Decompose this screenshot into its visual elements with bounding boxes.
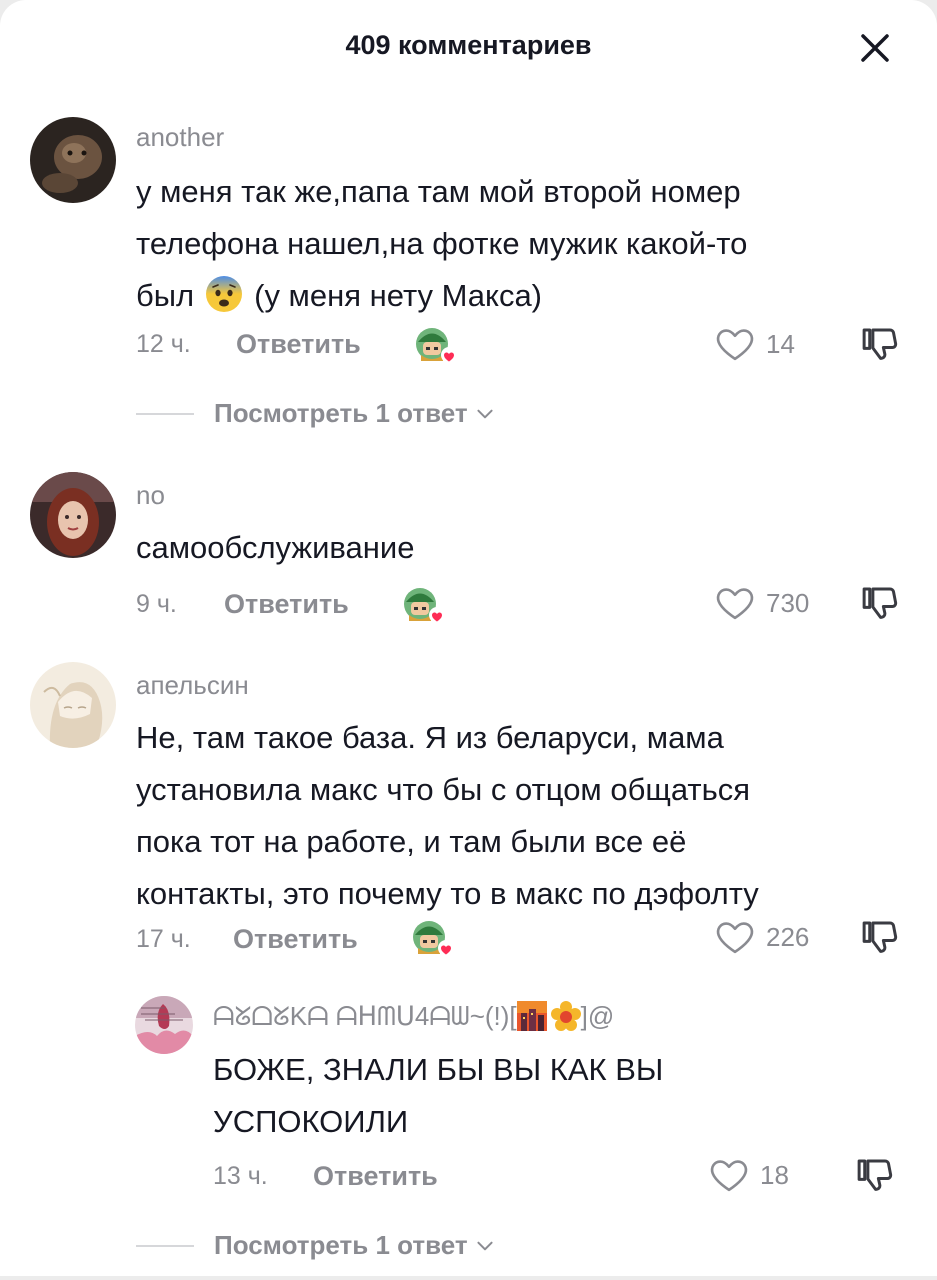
view-replies-label: Посмотреть 1 ответ — [214, 1230, 468, 1260]
comment-text: у меня так же,папа там мой второй номер … — [136, 166, 916, 322]
username[interactable]: апельсин — [136, 670, 249, 701]
username-part: ]@ — [580, 1001, 615, 1031]
reply-button[interactable]: Ответить — [233, 924, 358, 955]
comment-time: 9 ч. — [136, 590, 177, 618]
view-replies-label: Посмотреть 1 ответ — [214, 398, 468, 428]
comment-text-line: БОЖЕ, ЗНАЛИ БЫ ВЫ КАК ВЫ — [213, 1052, 664, 1087]
username[interactable]: ᗩᘜᗝᘜKᗩ ᗩᕼᗰᑌ4ᗩᗯ~(!)[ ]@ — [213, 1001, 614, 1033]
username[interactable]: no — [136, 480, 165, 511]
avatar[interactable] — [135, 996, 193, 1054]
comment-text: самообслуживание — [136, 522, 916, 574]
like-count: 730 — [766, 587, 810, 618]
like-button[interactable]: 18 — [708, 1154, 789, 1196]
liked-by-creator-icon — [413, 325, 457, 365]
like-count: 18 — [760, 1159, 789, 1190]
like-button[interactable]: 226 — [714, 916, 809, 958]
anxious-face-emoji-icon — [204, 274, 244, 314]
comment-time: 12 ч. — [136, 330, 191, 358]
heart-icon — [708, 1154, 750, 1196]
comments-count-title: 409 комментариев — [345, 30, 592, 60]
reply-button[interactable]: Ответить — [236, 329, 361, 360]
comment-text-part: был — [136, 278, 195, 313]
like-count: 226 — [766, 921, 810, 952]
divider — [136, 412, 194, 415]
heart-icon — [714, 323, 756, 365]
liked-by-creator-icon — [410, 918, 454, 958]
comment-time: 13 ч. — [213, 1162, 268, 1190]
username-part: ᗩᘜᗝᘜKᗩ ᗩᕼᗰᑌ4ᗩᗯ~(!)[ — [213, 1001, 517, 1031]
chevron-down-icon — [474, 1235, 496, 1257]
avatar[interactable] — [30, 662, 116, 748]
like-count: 14 — [766, 328, 795, 359]
dislike-icon[interactable] — [858, 582, 900, 624]
comment-text-line: был (у меня нету Макса) — [136, 270, 916, 322]
divider — [136, 1244, 194, 1247]
comment-text-line: пока тот на работе, и там были все её — [136, 824, 687, 859]
like-button[interactable]: 14 — [714, 323, 795, 365]
comment-text-line: установила макс что бы с отцом общаться — [136, 772, 751, 807]
avatar[interactable] — [30, 117, 116, 203]
heart-icon — [714, 582, 756, 624]
comment-text-part: (у меня нету Макса) — [254, 278, 543, 313]
liked-by-creator-icon — [401, 585, 445, 625]
username[interactable]: another — [136, 122, 224, 153]
comment-text: БОЖЕ, ЗНАЛИ БЫ ВЫ КАК ВЫ УСПОКОИЛИ — [213, 1044, 913, 1148]
dislike-icon[interactable] — [858, 916, 900, 958]
comment-text-line: самообслуживание — [136, 530, 415, 565]
city-sunset-emoji-icon — [516, 1001, 547, 1031]
comment-text-line: УСПОКОИЛИ — [213, 1104, 409, 1139]
chevron-down-icon — [474, 403, 496, 425]
heart-icon — [714, 916, 756, 958]
view-replies-button[interactable]: Посмотреть 1 ответ — [136, 398, 496, 429]
comment-text-line: контакты, это почему то в макс по дэфолт… — [136, 876, 759, 911]
comment-time: 17 ч. — [136, 925, 191, 953]
comment-text: Не, там такое база. Я из беларуси, мама … — [136, 712, 926, 920]
comment-text-line: телефона нашел,на фотке мужик какой-то — [136, 226, 748, 261]
like-button[interactable]: 730 — [714, 582, 809, 624]
avatar[interactable] — [30, 472, 116, 558]
dislike-icon[interactable] — [858, 323, 900, 365]
reply-button[interactable]: Ответить — [224, 589, 349, 620]
comments-sheet: 409 комментариев another у меня так же,п… — [0, 0, 937, 1276]
view-replies-button[interactable]: Посмотреть 1 ответ — [136, 1230, 496, 1261]
reply-button[interactable]: Ответить — [313, 1161, 438, 1192]
comment-text-line: Не, там такое база. Я из беларуси, мама — [136, 720, 724, 755]
close-icon[interactable] — [855, 28, 895, 68]
comment-text-line: у меня так же,папа там мой второй номер — [136, 174, 741, 209]
flower-emoji-icon — [550, 1001, 581, 1031]
dislike-icon[interactable] — [853, 1154, 895, 1196]
